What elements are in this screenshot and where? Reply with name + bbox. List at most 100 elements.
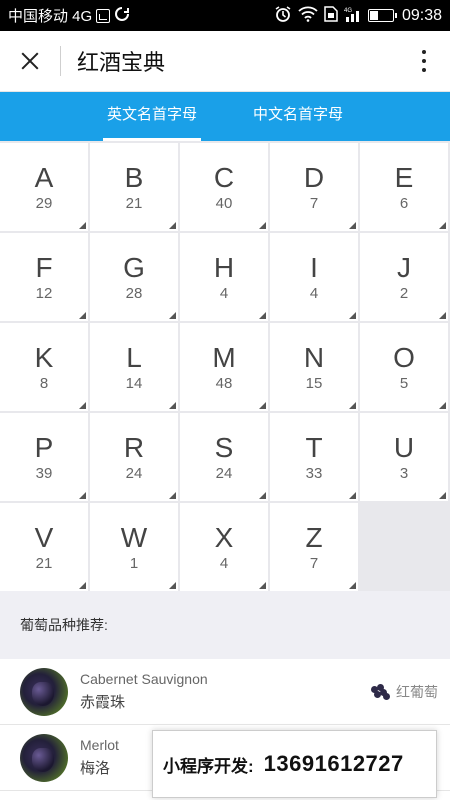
letter-label: T — [305, 431, 323, 463]
letter-cell-j[interactable]: J2 — [360, 233, 448, 321]
letter-count: 21 — [125, 194, 143, 212]
corner-triangle-icon — [169, 492, 176, 499]
list-item[interactable]: Cabernet Sauvignon 赤霞珠 红葡萄 — [0, 659, 450, 725]
grape-avatar — [20, 667, 68, 716]
corner-triangle-icon — [259, 402, 266, 409]
status-bar: 中国移动 4G 4G 09:38 — [0, 0, 450, 31]
letter-label: J — [397, 251, 411, 283]
tab-chinese-initial[interactable]: 中文名首字母 — [225, 92, 371, 141]
status-right: 4G 09:38 — [274, 5, 442, 27]
letter-cell-p[interactable]: P 39 — [0, 413, 88, 501]
battery-level — [369, 11, 379, 20]
letter-count: 4 — [219, 554, 229, 572]
letter-cell-x[interactable]: X4 — [180, 503, 268, 591]
item-name: Cabernet Sauvignon — [80, 671, 208, 687]
letter-label: N — [303, 341, 325, 373]
letter-cell-f[interactable]: F 12 — [0, 233, 88, 321]
letter-count: 29 — [35, 194, 53, 212]
corner-triangle-icon — [79, 492, 86, 499]
letter-count: 4 — [309, 284, 319, 302]
letter-grid: A 29 B 21 C 40 D 7 E 6 F 12 G 28 H 4 I 4 J 2 K 8 L 14 M 48 N 15 O 5 P 3… — [0, 141, 450, 591]
letter-label: A — [34, 161, 54, 193]
svg-text:4G: 4G — [344, 8, 352, 14]
sim-icon — [324, 5, 338, 26]
letter-count: 48 — [215, 374, 233, 392]
corner-triangle-icon — [259, 222, 266, 229]
letter-count: 39 — [35, 464, 53, 482]
letter-cell-g[interactable]: G 28 — [90, 233, 178, 321]
menu-dot — [422, 68, 426, 72]
letter-cell-r[interactable]: R 24 — [90, 413, 178, 501]
corner-triangle-icon — [349, 582, 356, 589]
title-divider — [60, 46, 61, 76]
corner-triangle-icon — [439, 402, 446, 409]
tab-english-initial[interactable]: 英文名首字母 — [79, 92, 225, 141]
promo-banner[interactable]: 小程序开发: 13691612727 — [152, 730, 437, 798]
letter-count: 7 — [309, 554, 319, 572]
corner-triangle-icon — [349, 222, 356, 229]
letter-cell-u[interactable]: U3 — [360, 413, 448, 501]
letter-label: K — [34, 341, 54, 373]
letter-cell-b[interactable]: B 21 — [90, 143, 178, 231]
letter-cell-e[interactable]: E6 — [360, 143, 448, 231]
letter-cell-d[interactable]: D7 — [270, 143, 358, 231]
image-icon — [96, 8, 111, 23]
status-left: 中国移动 4G — [8, 5, 130, 26]
corner-triangle-icon — [169, 222, 176, 229]
promo-label: 小程序开发: — [163, 756, 254, 776]
corner-triangle-icon — [349, 492, 356, 499]
close-icon[interactable] — [16, 47, 44, 75]
grape-icon — [371, 683, 391, 700]
sync-icon — [114, 6, 130, 26]
letter-cell-k[interactable]: K8 — [0, 323, 88, 411]
letter-label: E — [394, 161, 414, 193]
letter-count: 33 — [305, 464, 323, 482]
carrier-label: 中国移动 4G — [8, 8, 93, 25]
letter-cell-c[interactable]: C 40 — [180, 143, 268, 231]
battery-icon — [367, 9, 397, 22]
clock: 09:38 — [401, 6, 442, 24]
letter-label: X — [214, 521, 234, 553]
letter-count: 1 — [129, 554, 139, 572]
letter-cell-z[interactable]: Z7 — [270, 503, 358, 591]
corner-triangle-icon — [79, 582, 86, 589]
promo-phone: 13691612727 — [263, 751, 404, 776]
letter-count: 28 — [125, 284, 143, 302]
wifi-icon — [298, 6, 318, 26]
letter-label: D — [303, 161, 325, 193]
letter-cell-s[interactable]: S 24 — [180, 413, 268, 501]
letter-count: 3 — [399, 464, 409, 482]
corner-triangle-icon — [439, 492, 446, 499]
letter-count: 21 — [35, 554, 53, 572]
letter-label: G — [123, 251, 145, 283]
recommend-section-title: 葡萄品种推荐: — [0, 591, 450, 659]
corner-triangle-icon — [169, 582, 176, 589]
letter-cell-i[interactable]: I4 — [270, 233, 358, 321]
letter-label: R — [123, 431, 145, 463]
letter-cell-a[interactable]: A 29 — [0, 143, 88, 231]
menu-dot — [422, 50, 426, 54]
corner-triangle-icon — [439, 312, 446, 319]
corner-triangle-icon — [169, 402, 176, 409]
item-text: Cabernet Sauvignon 赤霞珠 — [80, 671, 371, 712]
grape-avatar — [20, 733, 68, 782]
letter-cell-n[interactable]: N 15 — [270, 323, 358, 411]
letter-cell-w[interactable]: W1 — [90, 503, 178, 591]
letter-cell-t[interactable]: T 33 — [270, 413, 358, 501]
alarm-icon — [274, 5, 292, 27]
letter-cell-o[interactable]: O5 — [360, 323, 448, 411]
letter-count: 40 — [215, 194, 233, 212]
letter-cell-v[interactable]: V 21 — [0, 503, 88, 591]
letter-label: H — [213, 251, 235, 283]
letter-count: 15 — [305, 374, 323, 392]
more-menu-icon[interactable] — [414, 46, 434, 76]
letter-count: 4 — [219, 284, 229, 302]
letter-cell-m[interactable]: M 48 — [180, 323, 268, 411]
letter-cell-h[interactable]: H4 — [180, 233, 268, 321]
letter-label: B — [124, 161, 144, 193]
menu-dot — [422, 59, 426, 63]
letter-label: Z — [305, 521, 323, 553]
corner-triangle-icon — [79, 402, 86, 409]
letter-label: L — [126, 341, 142, 373]
letter-cell-l[interactable]: L 14 — [90, 323, 178, 411]
